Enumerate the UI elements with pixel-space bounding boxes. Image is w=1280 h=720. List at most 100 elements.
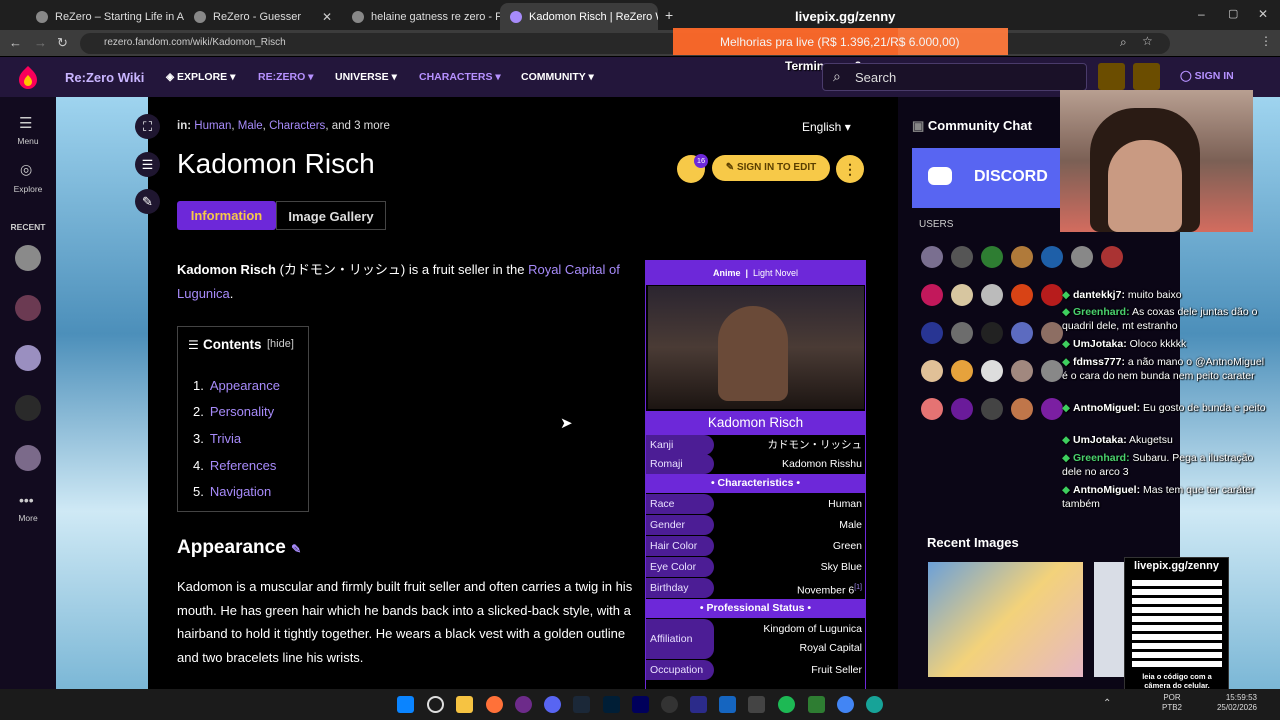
user-avatar[interactable] [921, 284, 943, 306]
search-input[interactable]: ⌕ Search [822, 63, 1087, 91]
spotify-icon[interactable] [778, 696, 795, 713]
category-link[interactable]: Male [238, 120, 263, 132]
tab-information[interactable]: Information [177, 201, 276, 230]
user-avatar[interactable] [1011, 398, 1033, 420]
app-icon[interactable] [515, 696, 532, 713]
infobox-section-characteristics[interactable]: • Characteristics • [646, 474, 865, 493]
user-avatar[interactable] [951, 284, 973, 306]
wiki-name[interactable]: Re:Zero Wiki [65, 70, 144, 85]
nav-universe[interactable]: UNIVERSE ▾ [335, 71, 397, 83]
nav-explore[interactable]: ◈ EXPLORE ▾ [166, 71, 235, 83]
nav-characters[interactable]: CHARACTERS ▾ [419, 71, 501, 83]
user-avatar[interactable] [1041, 284, 1063, 306]
comments-button[interactable]: 16 [677, 154, 708, 183]
user-avatar[interactable] [1011, 284, 1033, 306]
category-link[interactable]: Characters [269, 120, 325, 132]
maximize-icon[interactable]: ▢ [1228, 7, 1238, 20]
user-avatar[interactable] [951, 322, 973, 344]
discord-icon[interactable] [544, 696, 561, 713]
user-avatar[interactable] [981, 398, 1003, 420]
recent-page-thumb[interactable] [15, 395, 41, 421]
user-avatar[interactable] [1011, 360, 1033, 382]
browser-tab-1[interactable]: ReZero – Starting Life in Anoth✕ [26, 3, 184, 30]
star-icon[interactable]: ☆ [1142, 34, 1153, 48]
user-avatar[interactable] [981, 246, 1003, 268]
back-icon[interactable]: ← [9, 35, 22, 50]
user-avatar[interactable] [1041, 398, 1063, 420]
infobox-section-professional[interactable]: • Professional Status • [646, 599, 865, 618]
edit-pencil-icon[interactable]: ✎ [135, 189, 160, 214]
character-image[interactable] [648, 286, 864, 409]
infobox-tab-anime[interactable]: Anime [713, 268, 741, 278]
rail-more-label[interactable]: More [0, 513, 56, 523]
system-clock[interactable]: 15:59:53 25/02/2026 [1207, 693, 1257, 713]
recent-page-thumb[interactable] [15, 295, 41, 321]
menu-icon[interactable]: ☰ [19, 114, 32, 132]
app-icon[interactable] [808, 696, 825, 713]
zoom-icon[interactable]: ⌕ [1120, 35, 1127, 50]
toc-toggle-icon[interactable]: ☰ [135, 152, 160, 177]
recent-page-thumb[interactable] [15, 445, 41, 471]
app-icon[interactable] [748, 696, 765, 713]
fullscreen-icon[interactable]: ⛶ [135, 114, 160, 139]
window-close-icon[interactable]: ✕ [1258, 7, 1268, 21]
chrome-icon[interactable] [837, 696, 854, 713]
tab-image-gallery[interactable]: Image Gallery [276, 201, 386, 230]
user-avatar[interactable] [921, 246, 943, 268]
sign-in-link[interactable]: ◯ SIGN IN [1180, 70, 1234, 82]
user-avatar[interactable] [921, 360, 943, 382]
search-icon[interactable] [427, 696, 444, 713]
user-avatar[interactable] [951, 246, 973, 268]
recent-image-thumb[interactable] [928, 562, 1083, 677]
browser-tab-4-active[interactable]: Kadomon Risch | ReZero Wiki |✕ [500, 3, 658, 30]
rail-explore-label[interactable]: Explore [0, 184, 56, 194]
language-selector[interactable]: English ▾ [802, 120, 851, 134]
user-avatar[interactable] [1041, 246, 1063, 268]
firefox-icon[interactable] [486, 696, 503, 713]
toc-item[interactable]: 5. Navigation [193, 484, 271, 499]
user-avatar[interactable] [1041, 322, 1063, 344]
more-dots-icon[interactable]: ••• [19, 492, 34, 508]
browser-tab-3[interactable]: helaine gatness re zero - Pesqu✕ [342, 3, 500, 30]
new-tab-icon[interactable]: + [665, 7, 673, 23]
browser-tab-2[interactable]: ReZero - Guesser ✕ [184, 3, 342, 30]
toc-item[interactable]: 2. Personality [193, 404, 274, 419]
user-avatar[interactable] [981, 322, 1003, 344]
compass-icon[interactable]: ◎ [20, 161, 32, 178]
minimize-icon[interactable]: – [1198, 7, 1205, 21]
photoshop-icon[interactable] [603, 696, 620, 713]
affiliation-link[interactable]: Kingdom of Lugunica [763, 619, 862, 639]
user-avatar[interactable] [981, 360, 1003, 382]
user-avatar[interactable] [1101, 246, 1123, 268]
toc-item[interactable]: 3. Trivia [193, 431, 241, 446]
fandom-logo-icon[interactable] [17, 65, 39, 89]
infobox-tab-light-novel[interactable]: Light Novel [753, 268, 798, 278]
app-icon[interactable] [719, 696, 736, 713]
user-avatar[interactable] [1071, 246, 1093, 268]
file-explorer-icon[interactable] [456, 696, 473, 713]
tray-chevron-icon[interactable]: ⌃ [1103, 698, 1111, 709]
kebab-menu-icon[interactable]: ⋮ [1260, 34, 1272, 48]
rail-menu-label[interactable]: Menu [0, 136, 56, 146]
category-link[interactable]: Human [194, 120, 231, 132]
user-avatar[interactable] [1011, 246, 1033, 268]
reload-icon[interactable]: ↻ [57, 35, 68, 51]
close-icon[interactable]: ✕ [322, 10, 332, 24]
discord-banner[interactable]: DISCORD [912, 148, 1067, 208]
edit-section-icon[interactable]: ✎ [291, 542, 301, 556]
app-icon[interactable] [690, 696, 707, 713]
recent-page-thumb[interactable] [15, 245, 41, 271]
toc-item[interactable]: 4. References [193, 458, 276, 473]
windows-start-icon[interactable] [397, 696, 414, 713]
user-avatar[interactable] [1041, 360, 1063, 382]
categories-more-link[interactable]: and 3 more [332, 120, 390, 132]
keyboard-layout[interactable]: POR PTB2 [1162, 693, 1182, 713]
forward-icon[interactable]: → [34, 35, 47, 50]
user-avatar[interactable] [1011, 322, 1033, 344]
toc-hide-link[interactable]: [hide] [267, 338, 294, 350]
premiere-icon[interactable] [632, 696, 649, 713]
user-avatar[interactable] [951, 398, 973, 420]
nav-community[interactable]: COMMUNITY ▾ [521, 71, 594, 83]
more-actions-icon[interactable]: ⋮ [836, 155, 864, 183]
user-avatar[interactable] [981, 284, 1003, 306]
